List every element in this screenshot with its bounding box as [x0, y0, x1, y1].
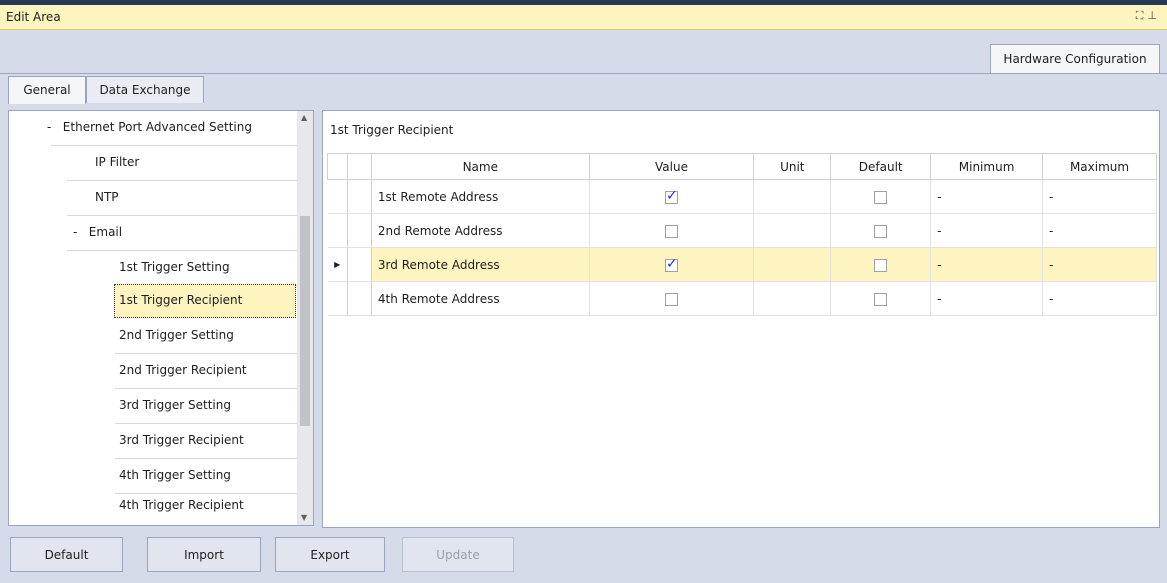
- tree-item-email[interactable]: - Email: [73, 216, 122, 250]
- row-unit: [753, 281, 832, 316]
- scroll-up-icon[interactable]: ▲: [301, 113, 307, 122]
- row-maximum: -: [1042, 247, 1157, 282]
- tree-item-ntp[interactable]: NTP: [95, 181, 119, 215]
- row-name: 4th Remote Address: [371, 281, 590, 316]
- row-maximum: -: [1042, 213, 1157, 248]
- tree-item-label: Email: [88, 225, 123, 239]
- scroll-down-icon[interactable]: ▼: [301, 513, 307, 522]
- table-row-current[interactable]: ▶ 3rd Remote Address - -: [327, 247, 1157, 282]
- row-name: 1st Remote Address: [371, 179, 590, 214]
- default-button[interactable]: Default: [10, 537, 123, 572]
- settings-tree: - Ethernet Port Advanced Setting IP Filt…: [8, 110, 314, 526]
- tree-item-2nd-trigger-setting[interactable]: 2nd Trigger Setting: [119, 319, 234, 353]
- table-row[interactable]: 4th Remote Address - -: [327, 281, 1157, 316]
- default-checkbox[interactable]: [874, 224, 888, 238]
- window-title: Edit Area: [6, 10, 61, 24]
- row-name: 3rd Remote Address: [371, 247, 590, 282]
- tree-scrollbar[interactable]: ▲ ▼: [297, 111, 313, 525]
- row-unit: [753, 247, 832, 282]
- default-checkbox[interactable]: [874, 292, 888, 306]
- tab-general[interactable]: General: [8, 76, 86, 104]
- row-minimum: -: [930, 213, 1044, 248]
- table-row[interactable]: 2nd Remote Address - -: [327, 213, 1157, 248]
- tab-hardware-configuration[interactable]: Hardware Configuration: [990, 44, 1160, 74]
- tree-item-1st-trigger-setting[interactable]: 1st Trigger Setting: [119, 251, 230, 285]
- scroll-thumb[interactable]: [300, 216, 310, 426]
- column-header-value[interactable]: Value: [588, 153, 755, 180]
- row-unit: [753, 213, 832, 248]
- tree-item-2nd-trigger-recipient[interactable]: 2nd Trigger Recipient: [119, 354, 247, 388]
- update-button[interactable]: Update: [402, 537, 514, 572]
- value-checkbox[interactable]: [664, 256, 678, 272]
- property-panel: 1st Trigger Recipient Name Value Unit De…: [322, 110, 1160, 528]
- tab-strip-divider: [0, 73, 1167, 74]
- tree-item-ethernet-advanced[interactable]: - Ethernet Port Advanced Setting: [47, 111, 252, 145]
- tree-item-4th-trigger-setting[interactable]: 4th Trigger Setting: [119, 459, 231, 493]
- tree-item-label: Ethernet Port Advanced Setting: [62, 120, 252, 134]
- tree-item-3rd-trigger-recipient[interactable]: 3rd Trigger Recipient: [119, 424, 244, 458]
- row-name: 2nd Remote Address: [371, 213, 590, 248]
- row-indicator-icon: ▶: [327, 247, 348, 282]
- row-maximum: -: [1042, 281, 1157, 316]
- restore-icon[interactable]: ⛶: [1136, 9, 1148, 22]
- import-button[interactable]: Import: [147, 537, 261, 572]
- column-header-unit[interactable]: Unit: [753, 153, 832, 180]
- row-maximum: -: [1042, 179, 1157, 214]
- row-minimum: -: [930, 281, 1044, 316]
- edit-area-title-bar: Edit Area ⛶⊥: [0, 0, 1167, 30]
- row-unit: [753, 179, 832, 214]
- tree-item-4th-trigger-recipient[interactable]: 4th Trigger Recipient: [119, 489, 244, 523]
- export-button[interactable]: Export: [275, 537, 385, 572]
- collapse-icon[interactable]: -: [73, 225, 77, 239]
- column-header-minimum[interactable]: Minimum: [930, 153, 1044, 180]
- property-grid: Name Value Unit Default Minimum Maximum …: [327, 153, 1157, 316]
- column-header-name[interactable]: Name: [370, 153, 590, 180]
- value-checkbox[interactable]: [664, 224, 678, 238]
- default-checkbox[interactable]: [874, 258, 888, 272]
- panel-title: 1st Trigger Recipient: [330, 123, 454, 137]
- table-row[interactable]: 1st Remote Address - -: [327, 179, 1157, 214]
- column-header-maximum[interactable]: Maximum: [1042, 153, 1157, 180]
- row-minimum: -: [930, 247, 1044, 282]
- value-checkbox[interactable]: [664, 188, 678, 204]
- column-header-default[interactable]: Default: [830, 153, 932, 180]
- default-checkbox[interactable]: [874, 190, 888, 204]
- collapse-icon[interactable]: -: [47, 120, 51, 134]
- tree-item-ip-filter[interactable]: IP Filter: [95, 146, 139, 180]
- tree-item-3rd-trigger-setting[interactable]: 3rd Trigger Setting: [119, 389, 231, 423]
- tree-item-1st-trigger-recipient[interactable]: 1st Trigger Recipient: [114, 284, 296, 318]
- pin-icon[interactable]: ⊥: [1147, 9, 1161, 22]
- value-checkbox[interactable]: [664, 292, 678, 306]
- tab-data-exchange[interactable]: Data Exchange: [86, 76, 204, 103]
- row-minimum: -: [930, 179, 1044, 214]
